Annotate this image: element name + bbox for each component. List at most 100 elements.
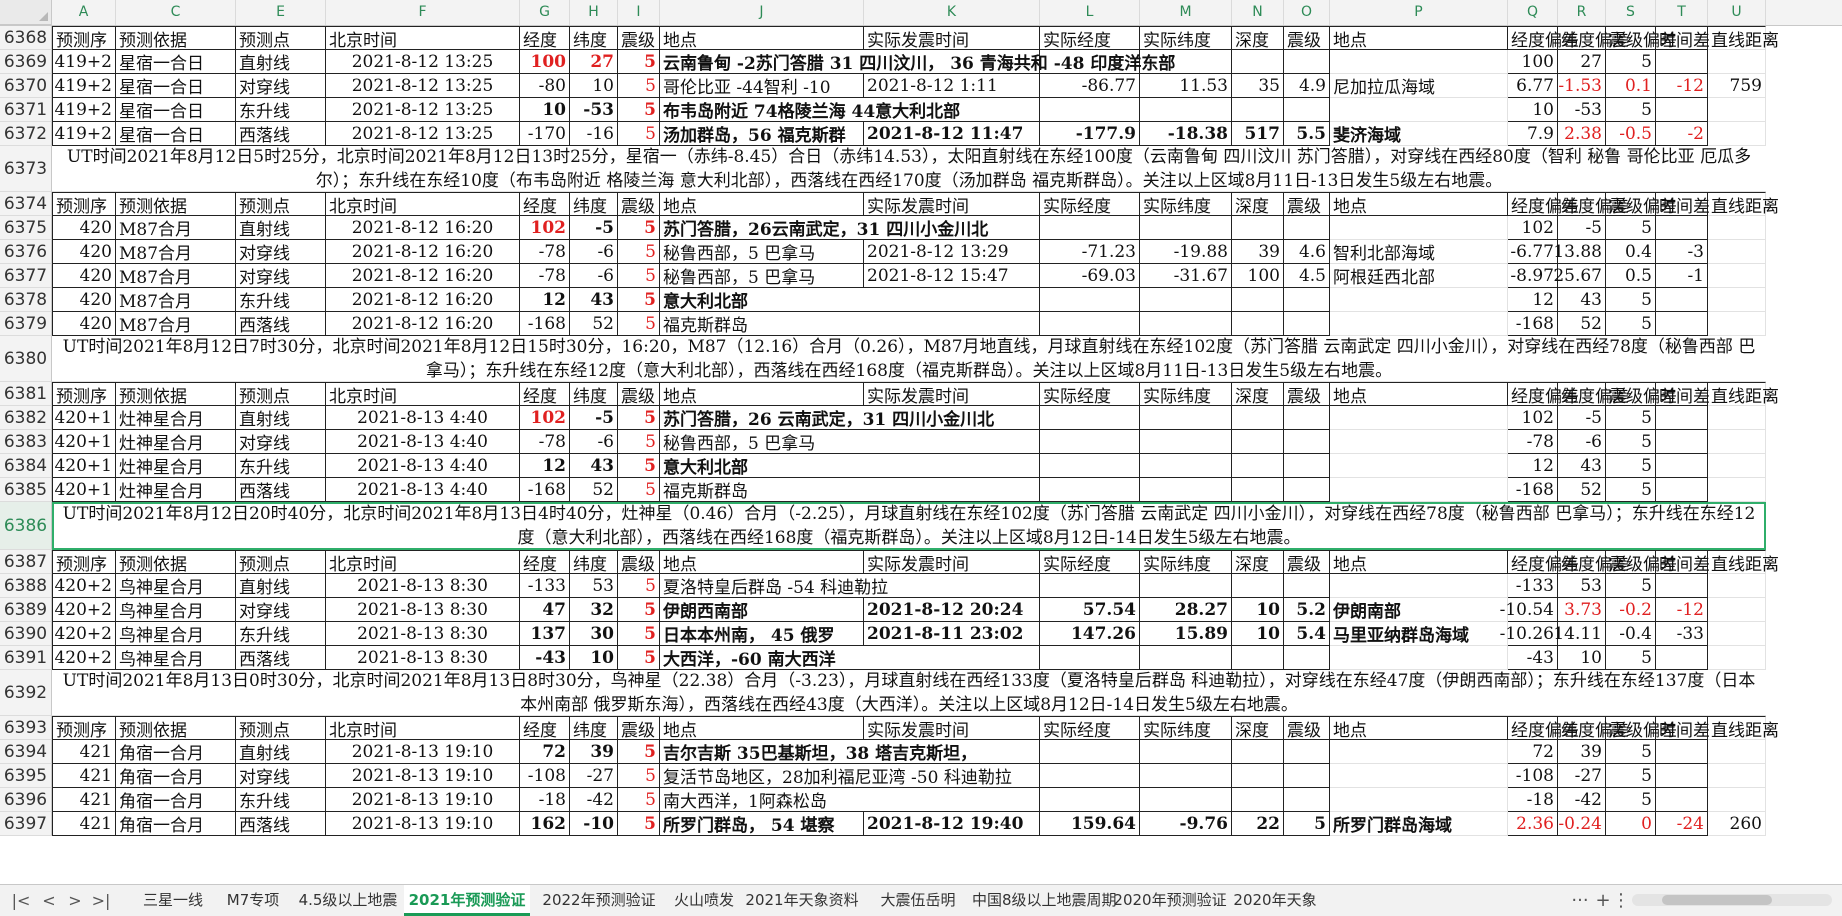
cell[interactable] [1708, 288, 1766, 312]
cell[interactable]: 10 [570, 646, 618, 670]
prev-sheet-button[interactable]: < [36, 889, 62, 913]
cell[interactable]: 伊朗南部 [1330, 598, 1508, 622]
cell[interactable]: -0.4 [1606, 622, 1656, 646]
cell[interactable]: -78 [520, 264, 570, 288]
cell[interactable]: 43 [1558, 288, 1606, 312]
cell[interactable]: 阿根廷西北部 [1330, 264, 1508, 288]
cell[interactable]: 东升线 [236, 98, 326, 122]
cell[interactable]: 52 [1558, 312, 1606, 336]
header-cell[interactable]: 深度 [1232, 716, 1284, 741]
cell[interactable] [1232, 764, 1284, 788]
header-cell[interactable]: 震级偏差 [1606, 382, 1677, 407]
cell[interactable]: 2021-8-13 19:10 [326, 764, 520, 788]
cell[interactable] [1330, 764, 1508, 788]
cell[interactable]: 10 [520, 98, 570, 122]
cell[interactable]: 角宿一合月 [116, 788, 236, 812]
header-cell[interactable]: 纬度偏差 [1558, 382, 1629, 407]
cell[interactable]: -78 [520, 240, 570, 264]
header-cell[interactable]: 实际纬度 [1140, 382, 1232, 407]
cell[interactable] [1656, 454, 1708, 478]
last-sheet-button[interactable]: >| [88, 889, 114, 913]
cell[interactable]: -3 [1656, 240, 1708, 264]
cell[interactable]: -6.77 [1508, 240, 1558, 264]
header-cell[interactable]: 预测点 [236, 192, 326, 217]
cell[interactable]: 100 [1508, 50, 1558, 74]
horizontal-scrollbar[interactable] [1632, 894, 1832, 906]
cell[interactable]: 420 [52, 264, 116, 288]
cell[interactable]: 直射线 [236, 740, 326, 764]
header-cell[interactable]: 震级 [618, 192, 660, 217]
cell[interactable]: 星宿一合日 [116, 74, 236, 98]
header-cell[interactable]: 时间差 [1656, 716, 1710, 741]
cell[interactable]: -18 [1508, 788, 1558, 812]
cell[interactable]: 13.88 [1553, 240, 1606, 264]
cell[interactable]: 2021-8-12 16:20 [326, 288, 520, 312]
header-cell[interactable]: 地点 [660, 550, 864, 575]
cell[interactable]: 2021-8-12 13:29 [864, 240, 1040, 264]
header-cell[interactable]: 纬度偏差 [1558, 26, 1629, 51]
cell[interactable] [1232, 454, 1284, 478]
cell[interactable]: -168 [520, 478, 570, 502]
column-header-h[interactable]: H [570, 0, 618, 25]
cell[interactable]: 2021-8-12 19:40 [864, 812, 1040, 836]
row-number[interactable]: 6380 [0, 336, 52, 382]
cell[interactable]: 420 [52, 240, 116, 264]
cell[interactable]: 43 [570, 288, 618, 312]
cell[interactable]: 秘鲁西部，5 巴拿马 [660, 240, 864, 264]
header-cell[interactable]: 预测序 [52, 192, 116, 217]
cell[interactable] [1284, 430, 1330, 454]
cell[interactable]: 2021-8-12 13:25 [326, 74, 520, 98]
cell[interactable]: 517 [1232, 122, 1284, 146]
cell[interactable]: 5 [1606, 574, 1656, 598]
cell[interactable] [1708, 646, 1766, 670]
header-cell[interactable]: 震级 [1284, 192, 1330, 217]
header-cell[interactable]: 预测点 [236, 382, 326, 407]
header-cell[interactable]: 震级 [1284, 382, 1330, 407]
cell[interactable] [1656, 406, 1708, 430]
cell[interactable]: 直射线 [236, 50, 326, 74]
cell[interactable]: 4.6 [1284, 240, 1330, 264]
cell[interactable] [1232, 312, 1284, 336]
cell[interactable]: 10 [1558, 646, 1606, 670]
cell[interactable]: 53 [1558, 574, 1606, 598]
cell[interactable]: 3.73 [1558, 598, 1606, 622]
cell[interactable]: 意大利北部 [660, 288, 1140, 312]
cell[interactable]: -86.77 [1040, 74, 1140, 98]
cell[interactable]: 11.53 [1140, 74, 1232, 98]
row-number[interactable]: 6392 [0, 670, 52, 716]
header-cell[interactable]: 直线距离 [1708, 26, 1779, 51]
cell[interactable]: 53 [570, 574, 618, 598]
cell[interactable] [1140, 98, 1232, 122]
cell[interactable]: 对穿线 [236, 74, 326, 98]
cell[interactable]: 30 [570, 622, 618, 646]
header-cell[interactable]: 实际经度 [1040, 716, 1140, 741]
column-header-o[interactable]: O [1284, 0, 1330, 25]
cell[interactable]: 5 [1606, 98, 1656, 122]
cell[interactable]: -5 [1558, 216, 1606, 240]
cell[interactable]: 421 [52, 788, 116, 812]
cell[interactable]: 32 [570, 598, 618, 622]
cell[interactable]: 2021-8-13 4:40 [326, 406, 520, 430]
cell[interactable]: 10 [1232, 598, 1284, 622]
cell[interactable]: 27 [1558, 50, 1606, 74]
row-number[interactable]: 6383 [0, 430, 52, 454]
cell[interactable]: 对穿线 [236, 598, 326, 622]
header-cell[interactable]: 预测依据 [116, 716, 236, 741]
header-cell[interactable]: 经度偏差 [1508, 382, 1579, 407]
cell[interactable] [1708, 622, 1766, 646]
cell[interactable] [1330, 454, 1508, 478]
cell[interactable]: 2021-8-13 4:40 [326, 430, 520, 454]
header-cell[interactable]: 北京时间 [326, 26, 520, 51]
header-cell[interactable]: 北京时间 [326, 716, 520, 741]
cell[interactable]: 2021-8-13 19:10 [326, 812, 520, 836]
sheet-tab[interactable]: 2022年预测验证 [530, 885, 668, 916]
cell[interactable] [1284, 50, 1330, 74]
row-number[interactable]: 6397 [0, 812, 52, 836]
header-cell[interactable]: 纬度偏差 [1558, 716, 1629, 741]
cell[interactable]: 10 [1508, 98, 1558, 122]
cell[interactable] [1656, 216, 1708, 240]
header-cell[interactable]: 经度 [520, 26, 570, 51]
cell[interactable]: 5 [618, 98, 660, 122]
spreadsheet-grid[interactable]: ACEFGHIJKLMNOPQRSTU 6368 预测序 预测依据 预测点 北京时间 经度… [0, 0, 1842, 884]
sheet-tab[interactable]: M7专项 [214, 885, 292, 916]
